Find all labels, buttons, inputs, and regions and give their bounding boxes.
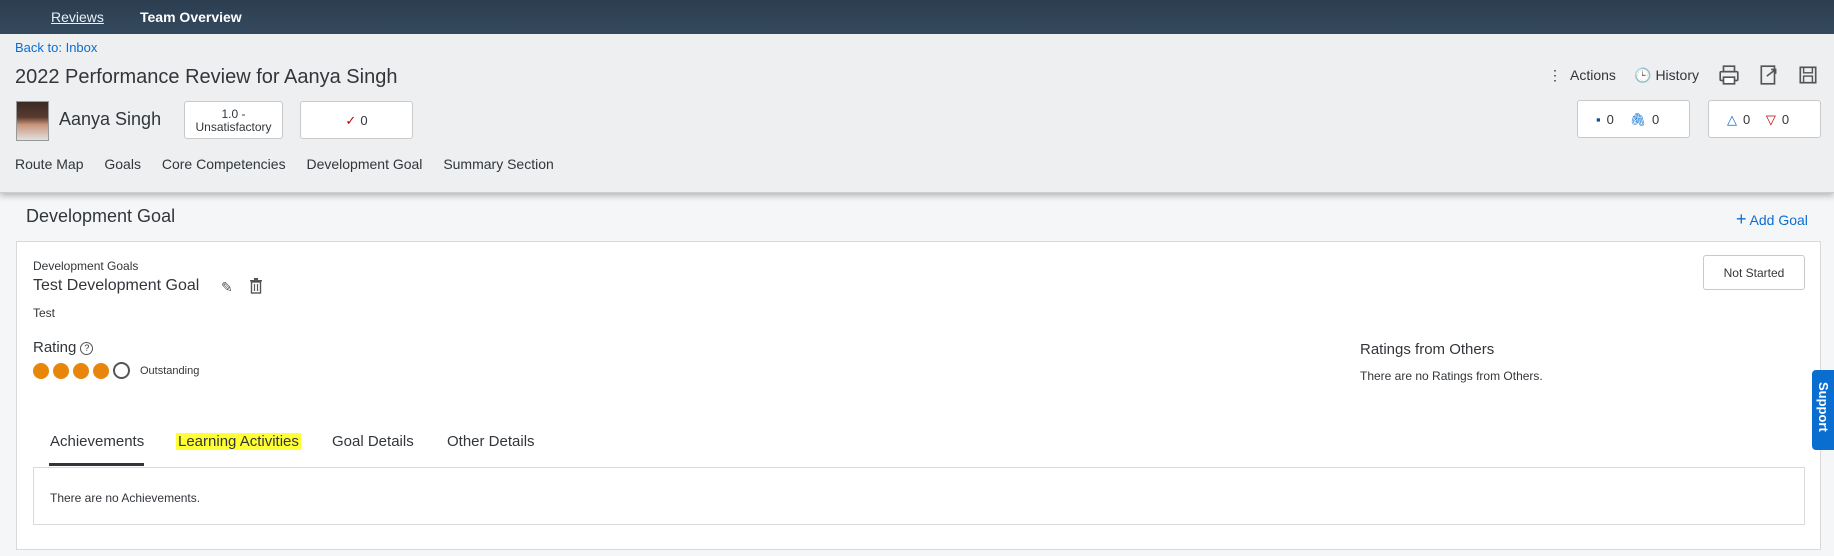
goal-name: Test Development Goal [33, 277, 200, 294]
comments-attachments-counter[interactable]: ▪ 0 🖇 0 [1577, 100, 1690, 138]
add-goal-button[interactable]: + Add Goal [1736, 209, 1808, 230]
tab-other-details[interactable]: Other Details [447, 433, 535, 450]
tab-goal-details[interactable]: Goal Details [332, 433, 414, 450]
nav-reviews[interactable]: Reviews [51, 9, 104, 25]
add-goal-label: Add Goal [1749, 212, 1808, 228]
nav-team-overview[interactable]: Team Overview [140, 9, 242, 25]
tab-route-map[interactable]: Route Map [15, 156, 83, 172]
checks-count: 0 [360, 113, 368, 128]
goal-card: Development Goals Test Development Goal … [16, 241, 1821, 550]
review-header: Back to: Inbox 2022 Performance Review f… [0, 34, 1834, 193]
support-tab[interactable]: Support [1812, 370, 1834, 450]
rating-stars[interactable]: Outstanding [33, 362, 199, 380]
top-navigation: Reviews Team Overview [0, 0, 1834, 34]
export-icon[interactable] [1758, 64, 1780, 86]
back-link[interactable]: Back to: Inbox [15, 40, 97, 55]
triangle-up-icon: △ [1727, 112, 1737, 127]
achievements-panel: There are no Achievements. [33, 467, 1805, 525]
section-title: Development Goal [26, 206, 176, 226]
save-icon[interactable] [1797, 64, 1819, 86]
checks-counter[interactable]: ✓ 0 [300, 101, 413, 139]
goal-status-button[interactable]: Not Started [1703, 255, 1805, 290]
tab-goals[interactable]: Goals [104, 156, 141, 172]
up-down-counter[interactable]: △ 0 ▽ 0 [1708, 100, 1821, 138]
paperclip-icon: 🖇 [1629, 112, 1646, 127]
print-icon[interactable] [1718, 64, 1740, 86]
rating-text: Unsatisfactory [195, 120, 272, 134]
history-label: History [1655, 67, 1699, 83]
goal-group-label: Development Goals [33, 259, 139, 273]
employee-name: Aanya Singh [59, 109, 162, 129]
plus-icon: + [1736, 209, 1747, 229]
comments-count: 0 [1606, 112, 1614, 127]
more-vertical-icon: ⋮ [1548, 67, 1562, 83]
triangle-down-icon: ▽ [1765, 112, 1776, 127]
actions-label: Actions [1570, 67, 1616, 83]
achievements-empty-text: There are no Achievements. [50, 491, 201, 505]
trash-icon[interactable] [249, 278, 263, 294]
page-title: 2022 Performance Review for Aanya Singh [15, 66, 398, 88]
up-count: 0 [1743, 112, 1751, 127]
rating-dot-filled[interactable] [93, 362, 109, 379]
tab-learning-activities[interactable]: Learning Activities [176, 433, 301, 450]
comment-icon: ▪ [1596, 112, 1601, 127]
avatar [16, 101, 49, 141]
history-button[interactable]: 🕒 History [1634, 67, 1699, 84]
rating-label: Rating? [33, 339, 94, 356]
section-tabs: Route Map Goals Core Competencies Develo… [15, 156, 571, 172]
checkmark-icon: ✓ [345, 113, 357, 128]
rating-description: Outstanding [140, 364, 200, 377]
goal-description: Test [33, 306, 56, 320]
down-count: 0 [1781, 112, 1790, 127]
tab-development-goal[interactable]: Development Goal [306, 156, 422, 172]
tab-summary-section[interactable]: Summary Section [443, 156, 553, 172]
overall-rating-box[interactable]: 1.0 - Unsatisfactory [184, 101, 283, 139]
ratings-from-others-label: Ratings from Others [1360, 341, 1495, 358]
actions-button[interactable]: ⋮ Actions [1548, 67, 1616, 84]
clock-icon: 🕒 [1634, 67, 1652, 83]
rating-dot-filled[interactable] [33, 362, 49, 379]
tab-core-competencies[interactable]: Core Competencies [162, 156, 286, 172]
help-icon[interactable]: ? [80, 341, 94, 355]
ratings-from-others-text: There are no Ratings from Others. [1360, 369, 1543, 383]
rating-dot-filled[interactable] [73, 362, 89, 379]
rating-label-text: Rating [33, 339, 77, 356]
attachments-count: 0 [1651, 112, 1660, 127]
rating-dot-filled[interactable] [53, 362, 69, 379]
active-tab-indicator [49, 463, 144, 466]
tab-achievements[interactable]: Achievements [50, 433, 144, 450]
support-label: Support [1816, 382, 1831, 432]
pencil-icon[interactable]: ✎ [221, 279, 233, 296]
rating-dot-empty[interactable] [113, 362, 130, 380]
